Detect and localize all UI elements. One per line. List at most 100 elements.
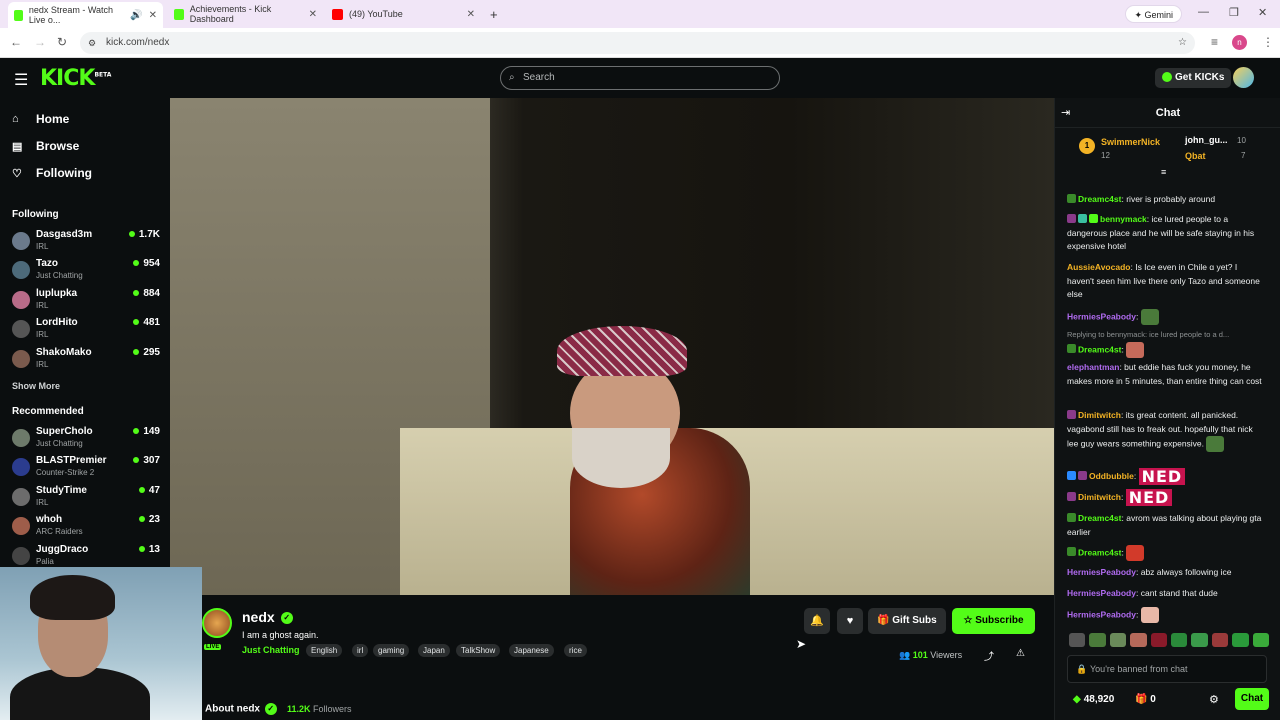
rank-badge: 1 [1079, 138, 1095, 154]
show-more-link[interactable]: Show More [12, 381, 60, 391]
chat-send-button[interactable]: Chat [1235, 688, 1269, 710]
chat-username[interactable]: Dreamc4st [1078, 194, 1121, 204]
reply-context[interactable]: Replying to bennymack: ice lured people … [1067, 328, 1263, 342]
browser-toolbar: ← → ↻ ⚙ kick.com/nedx ☆ ≡ n ⋮ [0, 28, 1280, 58]
stream-category-link[interactable]: Just Chatting [242, 645, 300, 655]
chat-settings-gear-icon[interactable]: ⚙ [1209, 693, 1219, 706]
sidebar-channel[interactable]: Tazo Just Chatting 954 [12, 258, 160, 286]
leaderboard-name[interactable]: Qbat [1185, 151, 1206, 161]
nav-browse[interactable]: ▤ Browse [12, 139, 79, 153]
browser-tab-nedx[interactable]: nedx Stream - Watch Live o... 🔊 ✕ [8, 2, 163, 28]
report-icon[interactable]: ⚠ [1016, 648, 1025, 659]
kicks-balance[interactable]: 48,920 [1073, 694, 1115, 705]
browser-profile-avatar[interactable]: n [1232, 35, 1247, 50]
channel-avatar[interactable] [202, 608, 232, 638]
site-info-icon[interactable]: ⚙ [88, 32, 96, 54]
nav-following[interactable]: ♡ Following [12, 166, 92, 180]
minimize-icon[interactable]: — [1198, 6, 1209, 18]
sidebar-channel[interactable]: Dasgasd3m IRL 1.7K [12, 229, 160, 257]
chat-username[interactable]: Dimitwitch [1078, 410, 1121, 420]
gift-subs-button[interactable]: 🎁 Gift Subs [868, 608, 946, 634]
chat-username[interactable]: HermiesPeabody [1067, 588, 1136, 598]
sidebar-channel[interactable]: BLASTPremier Counter-Strike 2 307 [12, 455, 160, 483]
user-avatar[interactable] [1233, 67, 1254, 88]
stream-tag[interactable]: gaming [373, 644, 410, 657]
channel-name-heading[interactable]: nedx ✓ [242, 609, 293, 625]
chat-username[interactable]: AussieAvocado [1067, 262, 1130, 272]
emote-icon [1140, 607, 1159, 623]
channel-name: SuperCholo [36, 426, 93, 437]
search-input[interactable]: ⌕ Search [500, 66, 780, 90]
gift-count[interactable]: 🎁 0 [1135, 694, 1156, 705]
channel-name: ShakoMako [36, 347, 92, 358]
stream-tag[interactable]: irl [352, 644, 369, 657]
new-tab-button[interactable]: + [484, 4, 504, 24]
beta-badge: BETA [94, 71, 112, 79]
channel-name: LordHito [36, 317, 78, 328]
video-player[interactable] [170, 98, 1054, 595]
sidebar-channel[interactable]: luplupka IRL 884 [12, 288, 160, 316]
kicks-coin-icon [1162, 72, 1172, 83]
chat-username[interactable]: HermiesPeabody [1067, 609, 1136, 619]
close-tab-icon[interactable]: ✕ [309, 9, 317, 20]
leaderboard-name[interactable]: john_gu... [1185, 135, 1228, 145]
stream-tag[interactable]: Japan [418, 644, 450, 657]
emote-icon[interactable] [1232, 633, 1249, 647]
stream-tag[interactable]: rice [564, 644, 587, 657]
close-window-icon[interactable]: ✕ [1258, 6, 1267, 19]
chat-input[interactable]: 🔒 You're banned from chat [1067, 655, 1267, 683]
kick-logo[interactable]: KICKBETA [40, 66, 111, 91]
address-bar[interactable]: ⚙ kick.com/nedx ☆ [80, 32, 1195, 54]
stream-tag[interactable]: English [306, 644, 343, 657]
browser-menu-icon[interactable]: ⋮ [1262, 35, 1274, 49]
subscribe-button[interactable]: ☆ Subscribe [952, 608, 1035, 634]
emote-icon[interactable] [1069, 633, 1086, 647]
emote-icon[interactable] [1211, 633, 1229, 647]
bookmark-star-icon[interactable]: ☆ [1178, 32, 1187, 54]
sidebar-channel[interactable]: StudyTime IRL 47 [12, 485, 160, 513]
notification-bell-button[interactable]: 🔔 [804, 608, 830, 634]
reload-icon[interactable]: ↻ [57, 35, 67, 49]
chat-username[interactable]: Dreamc4st [1078, 513, 1121, 523]
stream-tag[interactable]: TalkShow [456, 644, 501, 657]
sidebar-channel[interactable]: LordHito IRL 481 [12, 317, 160, 345]
back-icon[interactable]: ← [10, 35, 22, 49]
follow-button[interactable]: ♥ [837, 608, 863, 634]
chat-username[interactable]: HermiesPeabody [1067, 567, 1136, 577]
share-icon[interactable]: ⤴ [984, 648, 994, 663]
chat-username[interactable]: HermiesPeabody [1067, 311, 1136, 321]
emote-icon[interactable] [1130, 633, 1147, 647]
chat-username[interactable]: Dreamc4st [1078, 547, 1121, 557]
chat-username[interactable]: Dreamc4st [1078, 344, 1121, 354]
emote-icon[interactable] [1109, 633, 1127, 647]
emote-icon[interactable] [1191, 633, 1208, 647]
chat-username[interactable]: Dimitwitch [1078, 492, 1121, 502]
maximize-icon[interactable]: ❐ [1229, 6, 1239, 19]
chat-message-reply: Replying to bennymack: ice lured people … [1067, 328, 1263, 358]
chat-username[interactable]: bennymack [1100, 214, 1147, 224]
chat-username[interactable]: elephantman [1067, 362, 1119, 372]
get-kicks-button[interactable]: Get KICKs [1155, 68, 1232, 88]
emote-icon[interactable] [1089, 633, 1106, 647]
leaderboard-name[interactable]: SwimmerNick [1101, 137, 1160, 147]
media-control-icon[interactable]: ≡ [1211, 35, 1218, 49]
browser-tab-achievements[interactable]: Achievements - Kick Dashboard ✕ [168, 4, 323, 24]
forward-icon[interactable]: → [34, 35, 46, 49]
sidebar-channel[interactable]: whoh ARC Raiders 23 [12, 514, 160, 542]
close-tab-icon[interactable]: ✕ [149, 10, 157, 21]
sidebar-channel[interactable]: ShakoMako IRL 295 [12, 347, 160, 375]
browser-tab-youtube[interactable]: (49) YouTube ✕ [326, 4, 481, 24]
close-tab-icon[interactable]: ✕ [467, 9, 475, 20]
expand-leaderboard-icon[interactable]: ≡ [1161, 167, 1166, 177]
hamburger-menu-icon[interactable]: ☰ [14, 70, 28, 90]
emote-icon[interactable] [1252, 633, 1270, 647]
nav-home[interactable]: ⌂ Home [12, 112, 69, 126]
chat-username[interactable]: Oddbubble [1089, 471, 1134, 481]
speaker-icon: 🔊 [130, 9, 143, 21]
gemini-button[interactable]: ✦ Gemini [1125, 5, 1182, 23]
sidebar-channel[interactable]: SuperCholo Just Chatting 149 [12, 426, 160, 454]
stream-tag[interactable]: Japanese [509, 644, 554, 657]
badge-icon [1067, 343, 1076, 353]
emote-icon[interactable] [1171, 633, 1188, 647]
emote-icon[interactable] [1150, 633, 1168, 647]
